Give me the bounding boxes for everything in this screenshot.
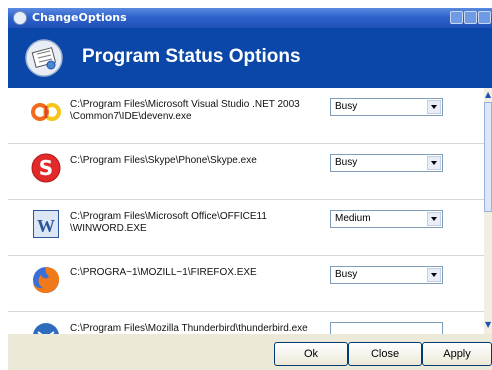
vertical-scrollbar[interactable]: ▲ ▼ [484,88,492,334]
program-list: C:\Program Files\Microsoft Visual Studio… [8,88,484,334]
program-row: W C:\Program Files\Microsoft Office\OFFI… [8,200,484,256]
window-title: ChangeOptions [32,11,127,24]
close-button[interactable]: Close [348,342,422,366]
word-icon: W [33,210,59,238]
program-path: C:\Program Files\Mozilla Thunderbird\thu… [70,323,308,334]
scroll-up-icon[interactable]: ▲ [485,90,491,99]
svg-text:S: S [39,156,53,180]
program-row: C:\Program Files\Mozilla Thunderbird\thu… [8,312,484,334]
status-select[interactable]: Busy [330,266,443,284]
maximize-button[interactable] [464,11,477,24]
minimize-button[interactable] [450,11,463,24]
chevron-down-icon[interactable] [427,156,441,170]
firefox-icon [33,267,60,293]
program-row: C:\PROGRA~1\MOZILL~1\FIREFOX.EXE Busy [8,256,484,312]
page-title: Program Status Options [82,46,301,67]
program-path: C:\Program Files\Microsoft Visual Studio… [70,99,300,122]
program-row: S C:\Program Files\Skype\Phone\Skype.exe… [8,144,484,200]
visual-studio-icon [31,103,61,121]
close-window-button[interactable] [478,11,491,24]
title-bar[interactable]: ChangeOptions [8,8,492,28]
skype-icon: S [31,153,61,183]
header-banner: Program Status Options [8,28,492,88]
status-select[interactable]: Busy [330,98,443,116]
options-icon [25,39,63,77]
scroll-thumb[interactable] [484,102,492,212]
app-icon [13,11,27,25]
change-options-window: ChangeOptions Program Status Options C:\… [8,8,492,370]
status-value: Medium [335,213,371,224]
scroll-down-icon[interactable]: ▼ [485,320,491,329]
program-path: C:\Program Files\Skype\Phone\Skype.exe [70,155,257,166]
ok-button[interactable]: Ok [274,342,348,366]
button-bar: Ok Close Apply [8,334,492,370]
apply-button[interactable]: Apply [422,342,492,366]
status-value: Busy [335,157,358,168]
status-select[interactable] [330,322,443,334]
svg-text:W: W [37,216,55,236]
chevron-down-icon[interactable] [427,268,441,282]
program-path: C:\Program Files\Microsoft Office\OFFICE… [70,211,267,234]
program-path: C:\PROGRA~1\MOZILL~1\FIREFOX.EXE [70,267,257,278]
thunderbird-icon [33,323,59,334]
status-select[interactable]: Medium [330,210,443,228]
chevron-down-icon[interactable] [427,100,441,114]
chevron-down-icon[interactable] [427,212,441,226]
status-value: Busy [335,101,358,112]
status-value: Busy [335,269,358,280]
program-row: C:\Program Files\Microsoft Visual Studio… [8,88,484,144]
status-select[interactable]: Busy [330,154,443,172]
